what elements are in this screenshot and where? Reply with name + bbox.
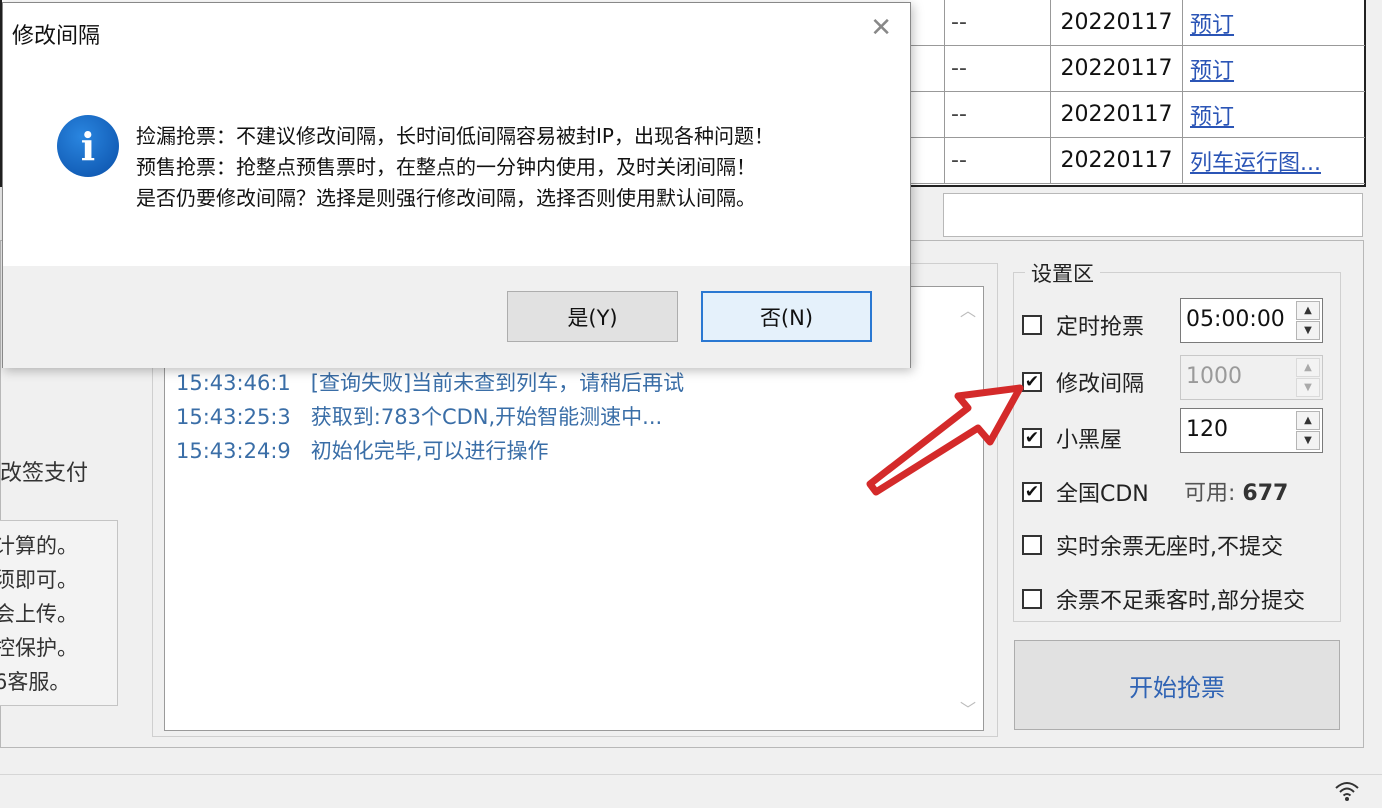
dialog-title: 修改间隔: [12, 24, 101, 49]
interval-checkbox[interactable]: ✔ 修改间隔: [1022, 366, 1144, 398]
spin-up-icon[interactable]: ▲: [1296, 358, 1320, 377]
timed-label: 定时抢票: [1056, 315, 1145, 340]
checkbox-unchecked-icon[interactable]: [1022, 589, 1042, 609]
table-cell: --: [945, 0, 1051, 46]
spin-down-icon[interactable]: ▼: [1296, 378, 1320, 397]
book-link[interactable]: 预订: [1183, 46, 1365, 92]
wifi-icon: [1334, 780, 1360, 808]
note-line: 须即可。: [0, 568, 78, 592]
chevron-down-icon[interactable]: ﹀: [953, 696, 983, 720]
blackroom-label: 小黑屋: [1056, 428, 1123, 453]
log-time: 15:43:46:1: [176, 371, 291, 395]
blackroom-input[interactable]: 120 ▲ ▼: [1180, 408, 1323, 453]
start-grab-button[interactable]: 开始抢票: [1014, 640, 1340, 730]
info-icon: i: [57, 115, 119, 177]
log-text: [查询失败]当前未查到列车，请稍后再试: [310, 371, 685, 395]
info-strip: [943, 193, 1363, 237]
partial-submit-checkbox[interactable]: 余票不足乘客时,部分提交: [1022, 583, 1305, 615]
notes-box: 计算的。 须即可。 会上传。 控保护。 6客服。: [0, 520, 118, 706]
timed-checkbox[interactable]: 定时抢票: [1022, 309, 1144, 341]
status-bar: [0, 774, 1382, 806]
settings-title: 设置区: [1025, 258, 1100, 288]
cdn-checkbox[interactable]: ✔ 全国CDN: [1022, 476, 1149, 508]
chevron-up-icon[interactable]: ︿: [953, 297, 983, 321]
close-icon[interactable]: ✕: [870, 13, 892, 43]
log-line: 15:43:24:9 初始化完毕,可以进行操作: [176, 435, 548, 465]
checkbox-unchecked-icon[interactable]: [1022, 535, 1042, 555]
log-time: 15:43:24:9: [176, 439, 291, 463]
log-text: 获取到:783个CDN,开始智能测速中...: [310, 405, 663, 429]
red-arrow-annotation: [866, 384, 1024, 496]
spin-up-icon[interactable]: ▲: [1296, 411, 1320, 430]
log-line: 15:43:25:3 获取到:783个CDN,开始智能测速中...: [176, 401, 662, 431]
cdn-available-count: 677: [1242, 481, 1289, 506]
cdn-available-label: 可用:: [1184, 481, 1236, 506]
yes-button[interactable]: 是(Y): [507, 291, 678, 342]
note-line: 控保护。: [0, 636, 78, 660]
blackroom-value: 120: [1186, 417, 1228, 442]
no-seat-label: 实时余票无座时,不提交: [1056, 535, 1283, 560]
cdn-available: 可用: 677: [1184, 475, 1288, 507]
book-link[interactable]: 预订: [1183, 92, 1365, 138]
spin-down-icon[interactable]: ▼: [1296, 431, 1320, 450]
change-payment-label: 改签支付: [0, 461, 89, 486]
table-cell: --: [945, 46, 1051, 92]
table-cell: --: [945, 138, 1051, 184]
partial-submit-label: 余票不足乘客时,部分提交: [1056, 589, 1305, 614]
log-line: 15:43:46:1 [查询失败]当前未查到列车，请稍后再试: [176, 367, 684, 397]
note-line: 会上传。: [0, 602, 78, 626]
log-scrollbar[interactable]: ︿ ﹀: [953, 287, 983, 730]
dialog-footer: 是(Y) 否(N): [3, 266, 910, 368]
book-link[interactable]: 预订: [1183, 0, 1365, 46]
table-cell: 20220117: [1051, 46, 1183, 92]
interval-label: 修改间隔: [1056, 372, 1145, 397]
table-cell: --: [945, 92, 1051, 138]
log-time: 15:43:25:3: [176, 405, 291, 429]
spin-down-icon[interactable]: ▼: [1296, 321, 1320, 340]
spin-up-icon[interactable]: ▲: [1296, 301, 1320, 320]
log-text: 初始化完毕,可以进行操作: [310, 439, 549, 463]
table-cell: 20220117: [1051, 92, 1183, 138]
table-cell: 20220117: [1051, 0, 1183, 46]
cdn-label: 全国CDN: [1056, 482, 1149, 507]
note-line: 计算的。: [0, 534, 78, 558]
dialog-message-line: 捡漏抢票：不建议修改间隔，长时间低间隔容易被封IP，出现各种问题！: [136, 124, 774, 148]
no-seat-checkbox[interactable]: 实时余票无座时,不提交: [1022, 529, 1283, 561]
modify-interval-dialog: 修改间隔 ✕ i 捡漏抢票：不建议修改间隔，长时间低间隔容易被封IP，出现各种问…: [2, 2, 911, 368]
dialog-message-line: 预售抢票：抢整点预售票时，在整点的一分钟内使用，及时关闭间隔！: [136, 155, 756, 179]
timed-time-input[interactable]: 05:00:00 ▲ ▼: [1180, 298, 1323, 343]
blackroom-checkbox[interactable]: ✔ 小黑屋: [1022, 422, 1122, 454]
interval-input[interactable]: 1000 ▲ ▼: [1180, 355, 1323, 400]
interval-value: 1000: [1186, 364, 1242, 389]
checkbox-unchecked-icon[interactable]: [1022, 315, 1042, 335]
no-button[interactable]: 否(N): [701, 291, 872, 342]
note-line: 6客服。: [0, 670, 71, 694]
dialog-message-line: 是否仍要修改间隔？选择是则强行修改间隔，选择否则使用默认间隔。: [136, 186, 756, 210]
timed-time-value: 05:00:00: [1186, 307, 1285, 332]
timetable-link[interactable]: 列车运行图...: [1183, 138, 1365, 184]
table-cell: 20220117: [1051, 138, 1183, 184]
